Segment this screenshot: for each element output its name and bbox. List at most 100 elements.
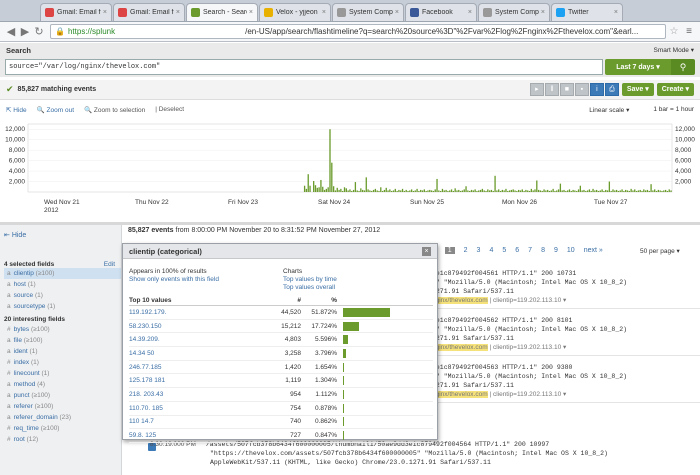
timeline-bar[interactable] <box>534 189 536 192</box>
timeline-bar[interactable] <box>309 185 311 192</box>
timeline-bar[interactable] <box>663 190 665 192</box>
timeline-bar[interactable] <box>327 187 329 192</box>
timeline-bar[interactable] <box>356 190 358 192</box>
page-link[interactable]: 6 <box>515 247 519 254</box>
timeline-bar[interactable] <box>371 190 373 192</box>
timeline-bar[interactable] <box>414 190 416 192</box>
timeline-bar[interactable] <box>563 189 565 192</box>
back-icon[interactable]: ◀ <box>4 25 18 38</box>
timeline-bar[interactable] <box>605 189 607 192</box>
source-highlight[interactable]: nginx/thevelox.com <box>432 344 488 351</box>
timeline-bar[interactable] <box>655 190 658 192</box>
print-button[interactable]: ⎙ <box>604 83 619 96</box>
inspect-button[interactable]: ▪ <box>574 83 589 96</box>
timeline-bar[interactable] <box>592 188 594 192</box>
page-link[interactable]: 3 <box>477 247 481 254</box>
timeline-bar[interactable] <box>501 189 503 192</box>
timeline-bar[interactable] <box>537 189 540 192</box>
timeline-bar[interactable] <box>634 189 636 192</box>
value-link[interactable]: 110 14.7 <box>129 418 259 425</box>
timeline-bar[interactable] <box>561 190 563 192</box>
timeline-bar[interactable] <box>577 189 580 192</box>
timeline-bar[interactable] <box>532 190 534 192</box>
timeline-bar[interactable] <box>630 188 632 192</box>
timeline-bar[interactable] <box>541 190 543 192</box>
timeline-bar[interactable] <box>652 190 654 192</box>
deselect-link[interactable]: | Deselect <box>155 106 184 113</box>
timeline-bar[interactable] <box>566 190 569 192</box>
timeline-bar[interactable] <box>452 190 455 192</box>
timeline-bar[interactable] <box>479 189 482 192</box>
tab-close-icon[interactable]: × <box>249 9 253 16</box>
zoom-out-link[interactable]: 🔍 Zoom out <box>37 106 74 114</box>
timeline-bar[interactable] <box>525 189 527 192</box>
timeline-bar[interactable] <box>456 190 458 192</box>
browser-tab[interactable]: Facebook × <box>405 3 477 21</box>
timeline-bar[interactable] <box>490 189 493 192</box>
timeline-bar[interactable] <box>554 190 556 192</box>
timeline-bar[interactable] <box>619 190 621 192</box>
bar-interval-dropdown[interactable]: 1 bar = 1 hour <box>641 106 694 114</box>
timeline-bar[interactable] <box>432 190 435 192</box>
timeline-bar[interactable] <box>307 174 309 192</box>
timeline-bar[interactable] <box>557 189 560 192</box>
page-link[interactable]: 1 <box>444 247 455 254</box>
timeline-bar[interactable] <box>496 190 498 192</box>
source-highlight[interactable]: nginx/thevelox.com <box>432 297 488 304</box>
timeline-bar[interactable] <box>403 190 406 192</box>
timeline-bar[interactable] <box>334 190 337 192</box>
timeline-bar[interactable] <box>336 187 338 192</box>
browser-tab[interactable]: Search - Search× <box>186 3 258 21</box>
timeline-bar[interactable] <box>476 190 478 192</box>
close-icon[interactable]: × <box>422 246 431 256</box>
timeline-bar[interactable] <box>418 190 420 192</box>
timeline-bar[interactable] <box>547 189 549 192</box>
timeline-bar[interactable] <box>661 190 663 192</box>
timeline-bar[interactable] <box>514 190 516 192</box>
timeline-bar[interactable] <box>556 190 558 192</box>
timeline-bar[interactable] <box>331 162 333 192</box>
zoom-to-selection-link[interactable]: 🔍 Zoom to selection <box>84 106 145 114</box>
timeline-bar[interactable] <box>508 190 511 192</box>
timeline-bar[interactable] <box>412 190 415 192</box>
forward-icon[interactable]: ▶ <box>18 25 32 38</box>
timeline-bar[interactable] <box>458 189 460 192</box>
timeline-bar[interactable] <box>470 189 473 192</box>
timeline-bar[interactable] <box>467 190 469 192</box>
sidebar-field-referer[interactable]: a referer (≥100) <box>4 401 121 412</box>
timeline-bar[interactable] <box>369 190 371 192</box>
sidebar-field-clientip[interactable]: a clientip (≥100) <box>4 268 121 279</box>
timeline-bar[interactable] <box>429 189 431 192</box>
timeline-bar[interactable] <box>354 182 357 192</box>
browser-tab[interactable]: Gmail: Email fr × <box>40 3 112 21</box>
timeline-bar[interactable] <box>639 189 641 192</box>
timeline-bar[interactable] <box>438 190 440 192</box>
timeline-bar[interactable] <box>650 184 652 192</box>
timeline-bar[interactable] <box>574 190 576 192</box>
stop-button[interactable]: ‖ <box>544 83 559 96</box>
timeline-bar[interactable] <box>643 189 645 192</box>
timeline-bar[interactable] <box>518 189 520 192</box>
source-highlight[interactable]: nginx/thevelox.com <box>432 391 488 398</box>
timeline-bar[interactable] <box>596 189 598 192</box>
reload-icon[interactable]: ↻ <box>32 25 46 38</box>
save-button[interactable]: Save ▾ <box>621 83 654 96</box>
timeline-bar[interactable] <box>646 189 649 192</box>
timeline-bar[interactable] <box>425 190 427 192</box>
timeline-bar[interactable] <box>407 190 409 192</box>
timeline-bar[interactable] <box>632 190 634 192</box>
timeline-bar[interactable] <box>664 189 667 192</box>
timeline-bar[interactable] <box>481 188 484 192</box>
timeline-bar[interactable] <box>545 190 547 192</box>
timeline-bar[interactable] <box>583 189 585 192</box>
browser-tab[interactable]: Twitter × <box>551 3 623 21</box>
scale-dropdown[interactable]: Linear scale ▾ <box>577 106 629 114</box>
tab-close-icon[interactable]: × <box>322 9 326 16</box>
timeline-chart[interactable]: 12,000 12,000 10,000 10,000 8,000 8,000 6,000 6… <box>0 118 700 218</box>
pause-button[interactable]: ▸ <box>529 83 544 96</box>
timeline-bar[interactable] <box>659 190 661 192</box>
timeline-bar[interactable] <box>340 188 342 192</box>
timeline-bar[interactable] <box>623 190 625 192</box>
timeline-bar[interactable] <box>387 190 389 192</box>
timeline-bar[interactable] <box>376 190 378 192</box>
